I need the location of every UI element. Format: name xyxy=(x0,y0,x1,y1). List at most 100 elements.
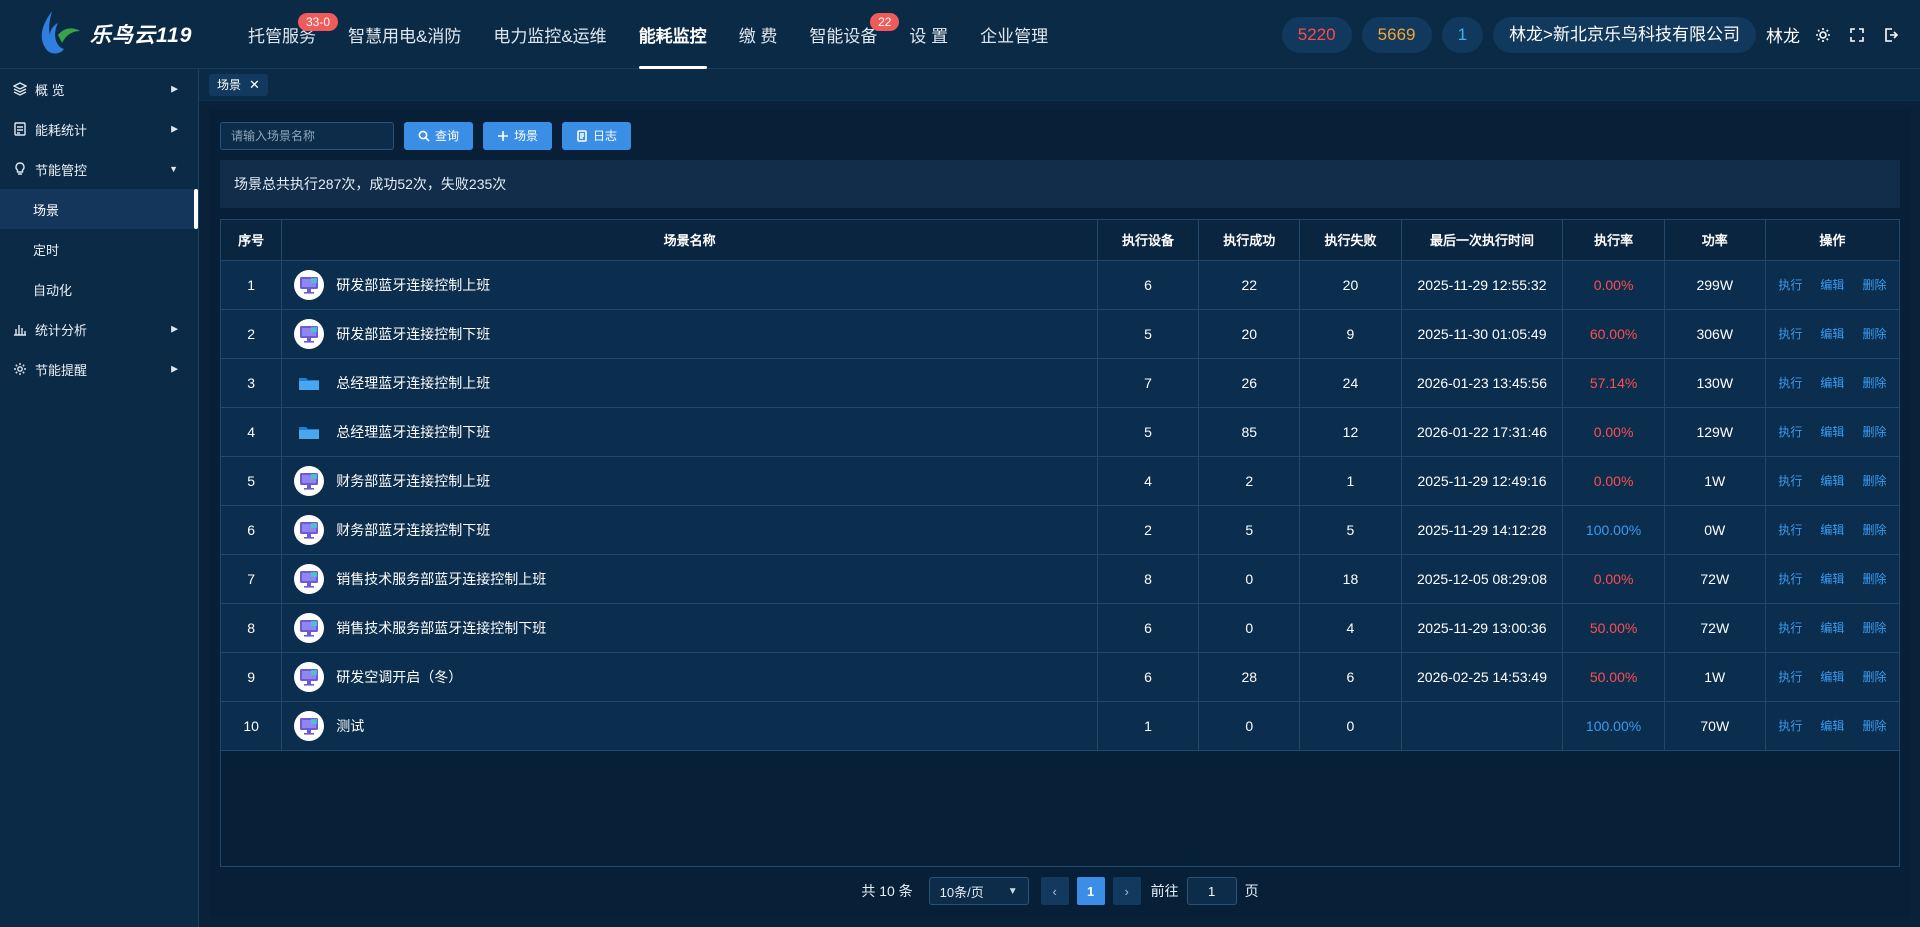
executed-devices: 1 xyxy=(1097,701,1200,751)
search-icon xyxy=(418,130,430,142)
nav-item-4[interactable]: 缴 费 xyxy=(723,0,794,69)
sidebar-item-label: 能耗统计 xyxy=(35,122,88,138)
scene-name: 测试 xyxy=(336,717,365,734)
logo-icon xyxy=(30,5,84,64)
last-execution-time: 2025-11-29 12:49:16 xyxy=(1401,456,1564,506)
logo[interactable]: 乐鸟云119 xyxy=(0,0,232,69)
warning-count-badge[interactable]: 5669 xyxy=(1361,16,1432,53)
company-selector[interactable]: 林龙>新北京乐鸟科技有限公司 xyxy=(1493,16,1756,53)
execution-rate: 0.00% xyxy=(1562,260,1665,310)
monitor-icon xyxy=(294,612,325,643)
execution-rate: 57.14% xyxy=(1562,358,1665,408)
executed-devices: 5 xyxy=(1097,309,1200,359)
sidebar-item-3[interactable]: 场景 xyxy=(0,189,198,229)
page-size-select[interactable]: 10条/页 ▼ xyxy=(928,877,1029,905)
delete-link[interactable]: 删除 xyxy=(1862,425,1886,439)
next-page-button[interactable]: › xyxy=(1112,877,1141,905)
column-header: 场景名称 xyxy=(281,220,1098,261)
alert-gear-icon xyxy=(12,361,28,377)
row-number: 4 xyxy=(221,407,283,457)
alarm-count-badge[interactable]: 5220 xyxy=(1281,16,1352,53)
sidebar-item-7[interactable]: 节能提醒 ▶ xyxy=(0,349,198,389)
nav-item-5[interactable]: 智能设备 22 xyxy=(793,0,900,69)
delete-link[interactable]: 删除 xyxy=(1862,719,1886,733)
nav-item-2[interactable]: 电力监控&运维 xyxy=(477,0,622,69)
delete-link[interactable]: 删除 xyxy=(1862,327,1886,341)
sidebar-item-0[interactable]: 概 览 ▶ xyxy=(0,69,198,109)
fullscreen-icon[interactable] xyxy=(1846,24,1868,46)
nav-item-6[interactable]: 设 置 xyxy=(893,0,964,69)
success-count: 0 xyxy=(1198,554,1301,604)
success-count: 28 xyxy=(1198,652,1301,702)
power-value: 72W xyxy=(1664,554,1766,604)
prev-page-button[interactable]: ‹ xyxy=(1040,877,1069,905)
nav-item-1[interactable]: 智慧用电&消防 xyxy=(332,0,477,69)
add-scene-button[interactable]: 场景 xyxy=(483,122,553,150)
goto-page-input[interactable] xyxy=(1186,877,1237,905)
edit-link[interactable]: 编辑 xyxy=(1820,621,1844,635)
report-icon xyxy=(12,121,28,137)
sidebar-item-4[interactable]: 定时 xyxy=(0,229,198,269)
row-actions: 执行 编辑 删除 xyxy=(1765,407,1899,457)
success-count: 2 xyxy=(1198,456,1301,506)
execute-link[interactable]: 执行 xyxy=(1778,523,1802,537)
nav-item-7[interactable]: 企业管理 xyxy=(964,0,1064,69)
sidebar-item-5[interactable]: 自动化 xyxy=(0,269,198,309)
sidebar-item-2[interactable]: 节能管控 ▼ xyxy=(0,149,198,189)
execute-link[interactable]: 执行 xyxy=(1778,376,1802,390)
page-number-current[interactable]: 1 xyxy=(1076,877,1105,905)
delete-link[interactable]: 删除 xyxy=(1862,523,1886,537)
execute-link[interactable]: 执行 xyxy=(1778,719,1802,733)
nav-item-3[interactable]: 能耗监控 xyxy=(623,0,723,69)
edit-link[interactable]: 编辑 xyxy=(1820,327,1844,341)
edit-link[interactable]: 编辑 xyxy=(1820,425,1844,439)
execute-link[interactable]: 执行 xyxy=(1778,425,1802,439)
execute-link[interactable]: 执行 xyxy=(1778,670,1802,684)
nav-item-label: 缴 费 xyxy=(738,26,778,46)
scene-name-cell: 销售技术服务部蓝牙连接控制上班 xyxy=(281,554,1098,604)
row-number: 9 xyxy=(221,652,283,702)
sidebar-item-6[interactable]: 统计分析 ▶ xyxy=(0,309,198,349)
sidebar-item-1[interactable]: 能耗统计 ▶ xyxy=(0,109,198,149)
plus-icon xyxy=(498,131,509,141)
power-value: 129W xyxy=(1664,407,1766,457)
scene-name: 研发空调开启（冬） xyxy=(336,668,463,685)
logout-icon[interactable] xyxy=(1880,24,1902,46)
scene-search-input[interactable] xyxy=(220,122,394,150)
tag-bar: 场景 ✕ xyxy=(199,69,1920,101)
log-button[interactable]: 日志 xyxy=(562,122,632,150)
execute-link[interactable]: 执行 xyxy=(1778,572,1802,586)
fail-count: 4 xyxy=(1299,603,1402,653)
username[interactable]: 林龙 xyxy=(1766,22,1800,47)
caret-right-icon: ▶ xyxy=(171,83,178,94)
execute-link[interactable]: 执行 xyxy=(1778,327,1802,341)
edit-link[interactable]: 编辑 xyxy=(1820,278,1844,292)
delete-link[interactable]: 删除 xyxy=(1862,572,1886,586)
info-count-badge[interactable]: 1 xyxy=(1441,16,1484,53)
bar-chart-icon xyxy=(12,321,28,337)
delete-link[interactable]: 删除 xyxy=(1862,670,1886,684)
query-button[interactable]: 查询 xyxy=(404,122,474,150)
brightness-icon[interactable] xyxy=(1812,24,1834,46)
delete-link[interactable]: 删除 xyxy=(1862,278,1886,292)
fail-count: 20 xyxy=(1299,260,1402,310)
nav-item-label: 智能设备 xyxy=(809,26,878,46)
edit-link[interactable]: 编辑 xyxy=(1820,719,1844,733)
close-icon[interactable]: ✕ xyxy=(249,74,260,96)
tab-scene[interactable]: 场景 ✕ xyxy=(209,73,268,96)
nav-item-0[interactable]: 托管服务 33-0 xyxy=(232,0,338,69)
execute-link[interactable]: 执行 xyxy=(1778,621,1802,635)
delete-link[interactable]: 删除 xyxy=(1862,474,1886,488)
monitor-icon xyxy=(294,318,325,349)
edit-link[interactable]: 编辑 xyxy=(1820,523,1844,537)
delete-link[interactable]: 删除 xyxy=(1862,621,1886,635)
edit-link[interactable]: 编辑 xyxy=(1820,670,1844,684)
power-value: 306W xyxy=(1664,309,1766,359)
sidebar: 概 览 ▶ 能耗统计 ▶ 节能管控 ▼ 场景 定时 自动化 统计分析 ▶ 节能提醒 ▶ xyxy=(0,69,199,927)
edit-link[interactable]: 编辑 xyxy=(1820,572,1844,586)
edit-link[interactable]: 编辑 xyxy=(1820,376,1844,390)
delete-link[interactable]: 删除 xyxy=(1862,376,1886,390)
execute-link[interactable]: 执行 xyxy=(1778,474,1802,488)
execute-link[interactable]: 执行 xyxy=(1778,278,1802,292)
edit-link[interactable]: 编辑 xyxy=(1820,474,1844,488)
